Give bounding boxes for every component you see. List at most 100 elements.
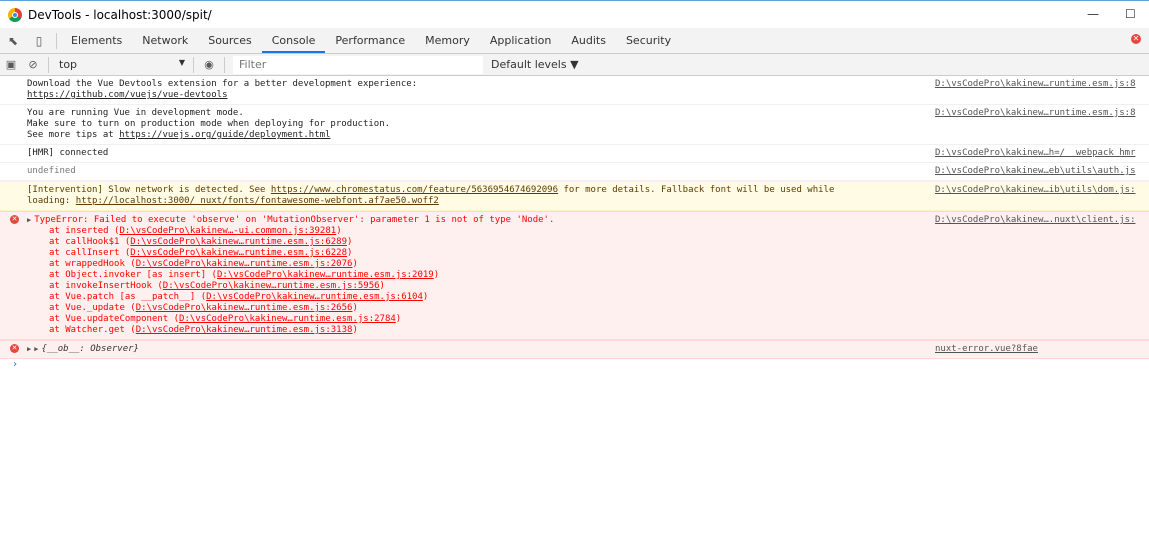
stack-frame: at callInsert (D:\vsCodePro\kakinew…runt…: [27, 248, 1149, 259]
message-link[interactable]: https://github.com/vuejs/vue-devtools: [27, 90, 227, 100]
stack-frame-text: ): [352, 325, 358, 335]
stack-frame-text: at Watcher.get (: [49, 325, 136, 335]
tab-network[interactable]: Network: [132, 28, 198, 53]
stack-frame-text: at Vue.patch [as __patch__] (: [49, 292, 207, 302]
console-message: Download the Vue Devtools extension for …: [0, 76, 1149, 105]
device-toolbar-icon[interactable]: ▯: [26, 34, 52, 48]
stack-frame-text: ): [336, 226, 342, 236]
tab-memory[interactable]: Memory: [415, 28, 480, 53]
stack-frame-link[interactable]: D:\vsCodePro\kakinew…runtime.esm.js:5956: [163, 281, 380, 291]
chevron-down-icon: ▼: [178, 58, 185, 67]
message-text: [Intervention] Slow network is detected.…: [27, 185, 271, 195]
console-messages: Download the Vue Devtools extension for …: [0, 76, 1149, 544]
tab-performance[interactable]: Performance: [325, 28, 415, 53]
inspect-element-icon[interactable]: ⬉: [0, 34, 26, 48]
eye-icon[interactable]: ◉: [198, 58, 220, 71]
stack-frame: at Object.invoker [as insert] (D:\vsCode…: [27, 270, 1149, 281]
minimize-button[interactable]: —: [1087, 7, 1099, 21]
window-title: DevTools - localhost:3000/spit/: [28, 7, 212, 22]
log-levels-dropdown[interactable]: Default levels ▼: [491, 58, 579, 71]
divider: [193, 56, 194, 73]
message-link[interactable]: https://vuejs.org/guide/deployment.html: [119, 130, 330, 140]
clear-console-icon[interactable]: ⊘: [22, 58, 44, 71]
context-value: top: [59, 58, 78, 71]
stack-frame: at Watcher.get (D:\vsCodePro\kakinew…run…: [27, 325, 1149, 336]
tab-security[interactable]: Security: [616, 28, 681, 53]
console-toolbar: ▣ ⊘ top ▼ ◉ Default levels ▼: [0, 54, 1149, 76]
message-text: loading:: [27, 196, 76, 206]
stack-frame: at Vue._update (D:\vsCodePro\kakinew…run…: [27, 303, 1149, 314]
stack-frame-text: at callHook$1 (: [49, 237, 131, 247]
console-warning: [Intervention] Slow network is detected.…: [0, 181, 1149, 211]
console-prompt[interactable]: ›: [0, 359, 1149, 373]
tab-console[interactable]: Console: [261, 28, 326, 53]
stack-frame-text: at Object.invoker [as insert] (: [49, 270, 217, 280]
tab-sources[interactable]: Sources: [198, 28, 262, 53]
object-preview[interactable]: {__ob__: Observer}: [41, 344, 139, 354]
stack-frame-text: ): [352, 259, 358, 269]
error-icon: ✕: [10, 344, 19, 353]
message-link[interactable]: https://www.chromestatus.com/feature/563…: [271, 185, 558, 195]
chrome-logo-icon: [8, 7, 22, 22]
stack-frame-link[interactable]: D:\vsCodePro\kakinew…runtime.esm.js:6104: [206, 292, 423, 302]
message-text: See more tips at: [27, 130, 120, 140]
console-error: ✕ ▶ TypeError: Failed to execute 'observe…: [0, 211, 1149, 340]
expand-triangle-icon[interactable]: ▶: [27, 216, 31, 224]
message-text: Make sure to turn on production mode whe…: [27, 119, 391, 129]
tab-audits[interactable]: Audits: [561, 28, 616, 53]
stack-frame-link[interactable]: D:\vsCodePro\kakinew…runtime.esm.js:2656: [136, 303, 353, 313]
stack-frame-text: ): [433, 270, 440, 280]
tab-elements[interactable]: Elements: [61, 28, 132, 53]
stack-frame-link[interactable]: D:\vsCodePro\kakinew…runtime.esm.js:6228: [130, 248, 347, 258]
console-message: undefined D:\vsCodePro\kakinew…eb\utils\…: [0, 163, 1149, 181]
stack-frame: at Vue.updateComponent (D:\vsCodePro\kak…: [27, 314, 1149, 325]
stack-frame-link[interactable]: D:\vsCodePro\kakinew…-ui.common.js:39281: [119, 226, 336, 236]
stack-frame-link[interactable]: D:\vsCodePro\kakinew…runtime.esm.js:3138: [136, 325, 353, 335]
divider: [224, 56, 225, 73]
error-icon: ✕: [10, 215, 19, 224]
expand-triangle-icon[interactable]: ▶: [34, 345, 38, 353]
stack-frame-link[interactable]: D:\vsCodePro\kakinew…runtime.esm.js:6289: [130, 237, 347, 247]
stack-frame-text: at callInsert (: [49, 248, 131, 258]
expand-triangle-icon[interactable]: ▶: [27, 345, 31, 353]
devtools-tabbar: ⬉ ▯ Elements Network Sources Console Per…: [0, 28, 1149, 54]
divider: [56, 32, 57, 49]
stack-frame-link[interactable]: D:\vsCodePro\kakinew…runtime.esm.js:2784: [179, 314, 396, 324]
message-link[interactable]: http://localhost:3000/_nuxt/fonts/fontaw…: [76, 196, 439, 206]
source-link[interactable]: D:\vsCodePro\kakinew…ib\utils\dom.js:: [935, 185, 1149, 195]
source-link[interactable]: D:\vsCodePro\kakinew…runtime.esm.js:8: [935, 79, 1149, 89]
stack-frame: at Vue.patch [as __patch__] (D:\vsCodePr…: [27, 292, 1149, 303]
source-link[interactable]: D:\vsCodePro\kakinew…runtime.esm.js:8: [935, 108, 1149, 118]
stack-frame-text: ): [379, 281, 385, 291]
context-selector[interactable]: top ▼: [53, 58, 189, 71]
window-titlebar: DevTools - localhost:3000/spit/ — ☐: [0, 0, 1149, 28]
error-count-icon[interactable]: ✕: [1131, 34, 1141, 44]
stack-frame-link[interactable]: D:\vsCodePro\kakinew…runtime.esm.js:2019: [217, 270, 434, 280]
console-message: [HMR] connected D:\vsCodePro\kakinew…h=/…: [0, 145, 1149, 163]
stack-frame: at inserted (D:\vsCodePro\kakinew…-ui.co…: [27, 226, 1149, 237]
stack-frame-text: ): [347, 237, 353, 247]
stack-frame-link[interactable]: D:\vsCodePro\kakinew…runtime.esm.js:2076: [136, 259, 353, 269]
stack-frame-text: at inserted (: [49, 226, 120, 236]
filter-input[interactable]: [233, 55, 483, 74]
stack-frame-text: at Vue._update (: [49, 303, 136, 313]
maximize-button[interactable]: ☐: [1125, 7, 1136, 21]
source-link[interactable]: nuxt-error.vue?8fae: [935, 344, 1149, 354]
sidebar-toggle-icon[interactable]: ▣: [0, 58, 22, 71]
stack-frame-text: at invokeInsertHook (: [49, 281, 163, 291]
stack-frame-text: ): [422, 292, 429, 302]
source-link[interactable]: D:\vsCodePro\kakinew…eb\utils\auth.js: [935, 166, 1149, 176]
tab-application[interactable]: Application: [480, 28, 561, 53]
stack-frame: at callHook$1 (D:\vsCodePro\kakinew…runt…: [27, 237, 1149, 248]
source-link[interactable]: D:\vsCodePro\kakinew…h=/__webpack_hmr: [935, 148, 1149, 158]
stack-frame: at wrappedHook (D:\vsCodePro\kakinew…run…: [27, 259, 1149, 270]
console-message: You are running Vue in development mode.…: [0, 105, 1149, 145]
stack-frame-text: at wrappedHook (: [49, 259, 136, 269]
message-text: for more details. Fallback font will be …: [558, 185, 835, 195]
prompt-chevron-icon: ›: [12, 359, 19, 370]
source-link[interactable]: D:\vsCodePro\kakinew….nuxt\client.js:: [935, 215, 1149, 225]
stack-frame-text: ): [352, 303, 358, 313]
error-text: TypeError: Failed to execute 'observe' o…: [34, 215, 555, 225]
stack-frame: at invokeInsertHook (D:\vsCodePro\kakine…: [27, 281, 1149, 292]
stack-frame-text: ): [395, 314, 402, 324]
